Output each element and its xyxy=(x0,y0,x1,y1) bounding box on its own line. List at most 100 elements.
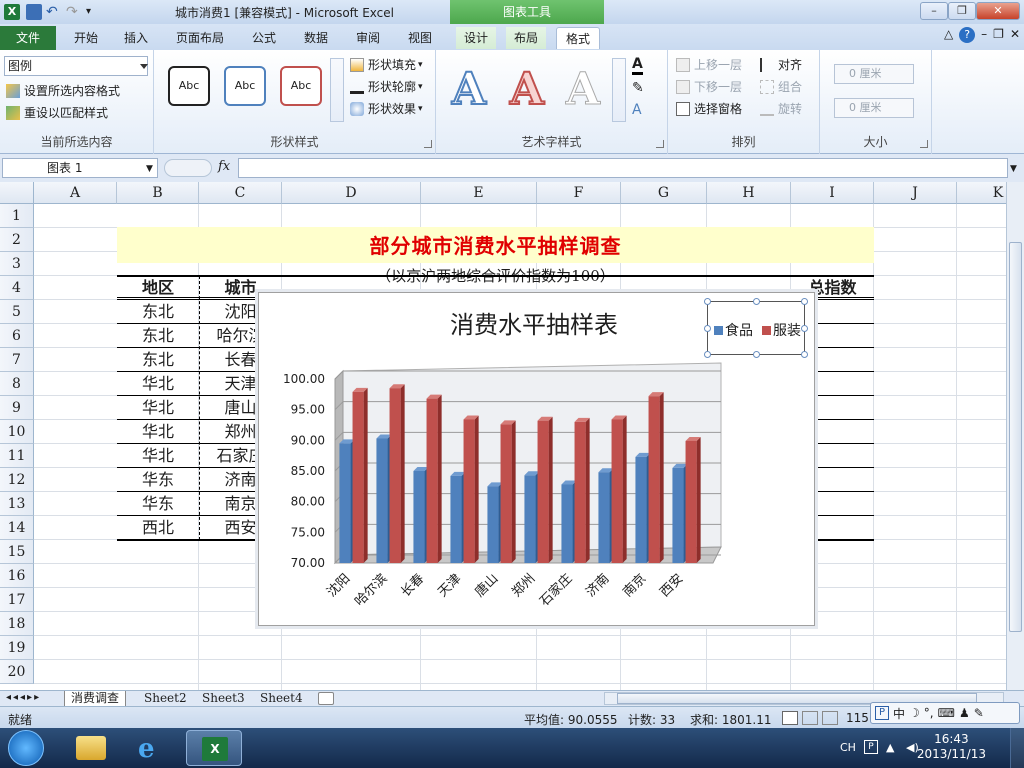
ime-logo-icon[interactable]: P xyxy=(875,706,889,720)
shape-width-field[interactable]: 0 厘米 xyxy=(834,98,914,118)
row-header[interactable]: 15 xyxy=(0,540,34,564)
tab-formulas[interactable]: 公式 xyxy=(248,27,280,49)
row-header[interactable]: 11 xyxy=(0,444,34,468)
row-header[interactable]: 5 xyxy=(0,300,34,324)
tab-view[interactable]: 视图 xyxy=(404,27,436,49)
chart-object[interactable]: 70.00 75.00 80.00 85.00 90.00 95.00 100.00 沈阳 哈尔… xyxy=(258,292,815,626)
resize-handle[interactable] xyxy=(704,351,711,358)
name-box-dropdown-icon[interactable]: ▼ xyxy=(146,164,153,174)
bring-forward-button[interactable]: 上移一层 xyxy=(676,56,742,73)
close-button[interactable]: ✕ xyxy=(976,2,1020,20)
column-header[interactable]: J xyxy=(874,182,957,204)
formula-input[interactable] xyxy=(238,158,1008,178)
column-header[interactable]: K xyxy=(957,182,1006,204)
column-header[interactable]: H xyxy=(707,182,791,204)
row-header[interactable]: 8 xyxy=(0,372,34,396)
name-box[interactable]: 图表 1 xyxy=(2,158,158,178)
tab-review[interactable]: 审阅 xyxy=(352,27,384,49)
language-indicator[interactable]: CH xyxy=(840,741,856,754)
dialog-launcher-icon[interactable] xyxy=(920,140,928,148)
sheet-nav-arrows-icon[interactable]: ◂◂◂▸▸ xyxy=(6,692,41,703)
ime-toolbar[interactable]: P 中 ☽ °, ⌨ ♟ ✎ xyxy=(870,702,1020,724)
minimize-ribbon-icon[interactable]: △ xyxy=(944,27,953,43)
wordart-scroll[interactable] xyxy=(612,58,626,122)
text-effects-icon[interactable]: A xyxy=(632,102,642,118)
sheet-tab-active[interactable]: 消费调查 xyxy=(64,691,127,707)
select-all-corner[interactable] xyxy=(0,182,34,204)
tab-layout[interactable]: 布局 xyxy=(506,27,546,49)
column-header[interactable]: D xyxy=(282,182,421,204)
customize-qat-icon[interactable]: ▾ xyxy=(86,4,102,20)
chart-legend[interactable]: 食品 服装 xyxy=(704,298,808,358)
taskbar-excel[interactable]: X xyxy=(186,730,242,766)
shape-style-3[interactable]: Abc xyxy=(280,66,322,106)
formula-expand-down-icon[interactable]: ▼ xyxy=(1010,164,1017,174)
region-cell[interactable]: 华东 xyxy=(117,468,199,492)
normal-view-icon[interactable] xyxy=(782,711,798,725)
text-fill-icon[interactable]: A xyxy=(632,56,643,75)
shape-style-2[interactable]: Abc xyxy=(224,66,266,106)
region-cell[interactable]: 东北 xyxy=(117,348,199,372)
resize-handle[interactable] xyxy=(704,298,711,305)
region-cell[interactable]: 华东 xyxy=(117,492,199,516)
redo-icon[interactable]: ↷ xyxy=(66,4,82,20)
ime-mode[interactable]: 中 xyxy=(893,705,905,722)
resize-handle[interactable] xyxy=(704,325,711,332)
doc-restore-icon[interactable]: ❐ xyxy=(993,27,1004,43)
tab-home[interactable]: 开始 xyxy=(70,27,102,49)
tab-data[interactable]: 数据 xyxy=(300,27,332,49)
doc-close-icon[interactable]: ✕ xyxy=(1010,27,1020,43)
start-button[interactable] xyxy=(8,730,44,766)
row-header[interactable]: 13 xyxy=(0,492,34,516)
wordart-style-3[interactable]: A xyxy=(558,60,608,120)
region-cell[interactable]: 华北 xyxy=(117,444,199,468)
sheet-tab-2[interactable]: Sheet2 xyxy=(138,691,193,707)
ime-moon-icon[interactable]: ☽ xyxy=(909,706,920,720)
show-desktop-button[interactable] xyxy=(1010,728,1024,768)
row-header[interactable]: 17 xyxy=(0,588,34,612)
column-header[interactable]: F xyxy=(537,182,621,204)
wordart-style-1[interactable]: A xyxy=(444,60,494,120)
resize-handle[interactable] xyxy=(801,298,808,305)
row-header[interactable]: 10 xyxy=(0,420,34,444)
ime-tray-icon[interactable]: P xyxy=(864,740,878,754)
dialog-launcher-icon[interactable] xyxy=(424,140,432,148)
row-header[interactable]: 6 xyxy=(0,324,34,348)
insert-sheet-icon[interactable] xyxy=(318,692,334,705)
tab-format[interactable]: 格式 xyxy=(556,27,600,49)
shape-fill-button[interactable]: 形状填充 ▾ xyxy=(350,56,423,73)
ime-keyboard-icon[interactable]: ⌨ xyxy=(938,706,955,720)
resize-handle[interactable] xyxy=(801,325,808,332)
text-outline-icon[interactable]: ✎ xyxy=(632,80,644,96)
taskbar-explorer[interactable] xyxy=(62,730,118,766)
help-icon[interactable]: ? xyxy=(959,27,976,43)
vertical-scroll-thumb[interactable] xyxy=(1009,242,1022,632)
group-button[interactable]: 组合 xyxy=(760,78,802,95)
tab-insert[interactable]: 插入 xyxy=(120,27,152,49)
chart-element-combo[interactable]: 图例 xyxy=(4,56,148,76)
sheet-tab-3[interactable]: Sheet3 xyxy=(196,691,251,707)
page-break-view-icon[interactable] xyxy=(822,711,838,725)
row-header[interactable]: 12 xyxy=(0,468,34,492)
column-header[interactable]: G xyxy=(621,182,707,204)
rotate-button[interactable]: 旋转 xyxy=(760,100,802,117)
align-button[interactable]: 对齐 xyxy=(760,56,802,73)
sheet-title[interactable]: 部分城市消费水平抽样调查 xyxy=(117,230,874,259)
minimize-button[interactable]: – xyxy=(920,2,948,20)
tab-file[interactable]: 文件 xyxy=(0,26,56,50)
region-cell[interactable]: 东北 xyxy=(117,300,199,324)
row-header[interactable]: 7 xyxy=(0,348,34,372)
row-header[interactable]: 9 xyxy=(0,396,34,420)
doc-minimize-icon[interactable]: – xyxy=(981,27,987,43)
row-header[interactable]: 16 xyxy=(0,564,34,588)
format-selection-button[interactable]: 设置所选内容格式 xyxy=(6,82,120,99)
chart-title[interactable]: 消费水平抽样表 xyxy=(379,305,689,340)
tab-page-layout[interactable]: 页面布局 xyxy=(172,27,228,49)
selection-pane-button[interactable]: 选择窗格 xyxy=(676,100,742,117)
column-header[interactable]: C xyxy=(199,182,282,204)
tray-expand-icon[interactable]: ▲ xyxy=(886,741,894,754)
row-header[interactable]: 20 xyxy=(0,660,34,684)
undo-icon[interactable]: ↶ xyxy=(46,4,62,20)
resize-handle[interactable] xyxy=(753,298,760,305)
region-cell[interactable]: 华北 xyxy=(117,420,199,444)
